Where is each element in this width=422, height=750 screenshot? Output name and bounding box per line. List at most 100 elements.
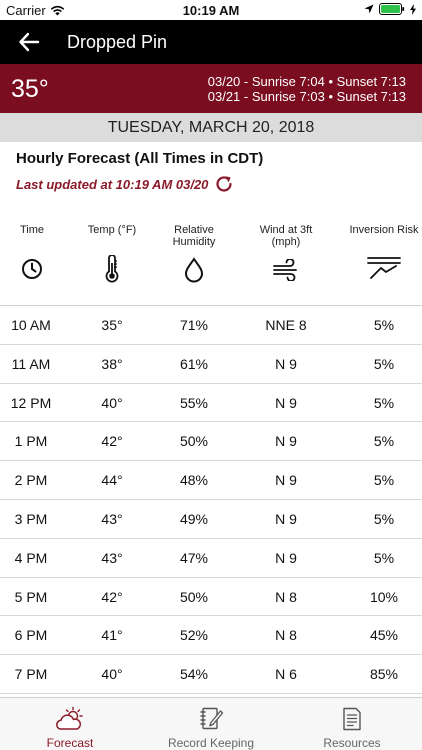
tab-forecast-label: Forecast xyxy=(46,736,94,750)
row-inversion-risk: 5% xyxy=(373,472,395,489)
droplet-icon xyxy=(184,257,204,283)
row-time: 10 AM xyxy=(11,317,51,333)
row-temp: 44° xyxy=(101,472,123,489)
row-wind: N 9 xyxy=(275,510,297,527)
forecast-column-headers: Time Temp (°F) Relative Humidity Wind at… xyxy=(0,222,422,306)
row-wind: N 9 xyxy=(275,433,297,450)
row-time: 4 PM xyxy=(14,549,48,566)
tab-record-keeping[interactable]: Record Keeping xyxy=(141,698,281,750)
row-wind: N 9 xyxy=(275,394,297,411)
row-inversion-risk: 10% xyxy=(369,588,399,605)
row-wind: N 8 xyxy=(275,627,297,644)
table-row: 12 PM 40° 55% N 9 5% xyxy=(0,384,422,423)
column-inversion-label: Inversion Risk xyxy=(349,224,419,236)
status-bar: Carrier 10:19 AM xyxy=(0,0,422,20)
row-inversion-risk: 5% xyxy=(373,394,395,411)
column-time: Time xyxy=(2,224,62,279)
row-time: 11 AM xyxy=(11,355,51,372)
row-wind: NNE 8 xyxy=(265,317,307,333)
current-temperature: 35° xyxy=(11,75,49,103)
table-row: 7 PM 40° 54% N 6 85% xyxy=(0,655,422,694)
row-inversion-risk: 5% xyxy=(373,549,395,566)
row-wind: N 9 xyxy=(275,472,297,489)
row-wind: N 8 xyxy=(275,588,297,605)
column-temp: Temp (°F) xyxy=(80,224,144,283)
sun-times: 03/20 - Sunrise 7:04 • Sunset 7:13 03/21… xyxy=(208,74,406,104)
cloud-sun-icon xyxy=(56,706,83,730)
last-updated-row: Last updated at 10:19 AM 03/20 xyxy=(16,174,263,194)
tab-bar: Forecast Record Keeping Resources xyxy=(0,697,422,750)
table-row: 6 PM 41° 52% N 8 45% xyxy=(0,616,422,656)
row-inversion-risk: 45% xyxy=(369,627,399,644)
tab-forecast[interactable]: Forecast xyxy=(0,698,140,750)
tab-record-keeping-label: Record Keeping xyxy=(167,736,255,750)
row-humidity: 71% xyxy=(179,317,209,333)
column-wind-label: Wind at 3ft (mph) xyxy=(259,224,313,248)
table-row: 5 PM 42° 50% N 8 10% xyxy=(0,578,422,617)
sun-times-tomorrow: 03/21 - Sunrise 7:03 • Sunset 7:13 xyxy=(207,89,406,104)
column-humidity: Relative Humidity xyxy=(160,224,228,283)
row-temp: 41° xyxy=(101,627,123,644)
table-row: 2 PM 44° 48% N 9 5% xyxy=(0,461,422,500)
back-arrow-icon[interactable] xyxy=(18,31,40,53)
row-inversion-risk: 5% xyxy=(373,317,395,333)
navigation-bar: Dropped Pin xyxy=(0,20,422,64)
tab-resources[interactable]: Resources xyxy=(282,698,422,750)
row-inversion-risk: 5% xyxy=(373,355,395,372)
clock-icon xyxy=(22,259,42,279)
status-right xyxy=(364,3,416,15)
page-title: Dropped Pin xyxy=(67,32,168,52)
location-arrow-icon xyxy=(364,4,374,14)
battery-icon xyxy=(379,3,405,15)
row-temp: 43° xyxy=(101,549,123,566)
hourly-forecast-title: Hourly Forecast (All Times in CDT) xyxy=(16,150,264,167)
row-humidity: 61% xyxy=(179,355,209,372)
table-row: 4 PM 43° 47% N 9 5% xyxy=(0,539,422,578)
column-humidity-label: Relative Humidity xyxy=(172,224,216,248)
sun-times-today: 03/20 - Sunrise 7:04 • Sunset 7:13 xyxy=(207,74,406,89)
row-humidity: 48% xyxy=(179,472,209,489)
row-temp: 42° xyxy=(101,588,123,605)
thermometer-icon xyxy=(105,255,119,283)
current-conditions-banner: 35° 03/20 - Sunrise 7:04 • Sunset 7:13 0… xyxy=(0,64,422,113)
row-temp: 38° xyxy=(101,355,123,372)
row-time: 1 PM xyxy=(14,433,48,450)
column-temp-label: Temp (°F) xyxy=(87,224,137,236)
document-icon xyxy=(343,707,361,731)
row-time: 7 PM xyxy=(14,666,48,683)
status-time: 10:19 AM xyxy=(182,3,240,18)
column-inversion: Inversion Risk xyxy=(340,224,422,279)
row-temp: 43° xyxy=(101,510,123,527)
row-inversion-risk: 5% xyxy=(373,510,395,527)
row-time: 2 PM xyxy=(14,472,48,489)
notebook-pen-icon xyxy=(200,707,224,730)
row-humidity: 50% xyxy=(179,588,209,605)
row-humidity: 54% xyxy=(179,666,209,683)
charging-icon xyxy=(410,3,416,15)
table-row: 10 AM 35° 71% NNE 8 5% xyxy=(0,306,422,345)
wind-icon xyxy=(273,259,297,281)
row-time: 6 PM xyxy=(14,627,48,644)
refresh-icon[interactable] xyxy=(214,174,234,194)
row-temp: 40° xyxy=(101,394,123,411)
row-humidity: 52% xyxy=(179,627,209,644)
row-inversion-risk: 5% xyxy=(373,433,395,450)
row-temp: 40° xyxy=(101,666,123,683)
forecast-table: 10 AM 35° 71% NNE 8 5% 11 AM 38° 61% N 9… xyxy=(0,306,422,694)
row-humidity: 55% xyxy=(179,394,209,411)
row-wind: N 9 xyxy=(275,549,297,566)
row-temp: 35° xyxy=(101,317,123,333)
tab-resources-label: Resources xyxy=(323,736,381,750)
column-wind: Wind at 3ft (mph) xyxy=(250,224,322,281)
row-humidity: 49% xyxy=(179,510,209,527)
row-wind: N 6 xyxy=(275,666,297,683)
row-time: 3 PM xyxy=(14,510,48,527)
row-humidity: 47% xyxy=(179,549,209,566)
table-row: 1 PM 42° 50% N 9 5% xyxy=(0,422,422,462)
row-time: 5 PM xyxy=(14,588,48,605)
table-row: 11 AM 38° 61% N 9 5% xyxy=(0,345,422,384)
last-updated-text: Last updated at 10:19 AM 03/20 xyxy=(16,176,209,192)
forecast-date: TUESDAY, MARCH 20, 2018 xyxy=(0,113,422,142)
table-row: 3 PM 43° 49% N 9 5% xyxy=(0,500,422,539)
row-wind: N 9 xyxy=(275,355,297,372)
